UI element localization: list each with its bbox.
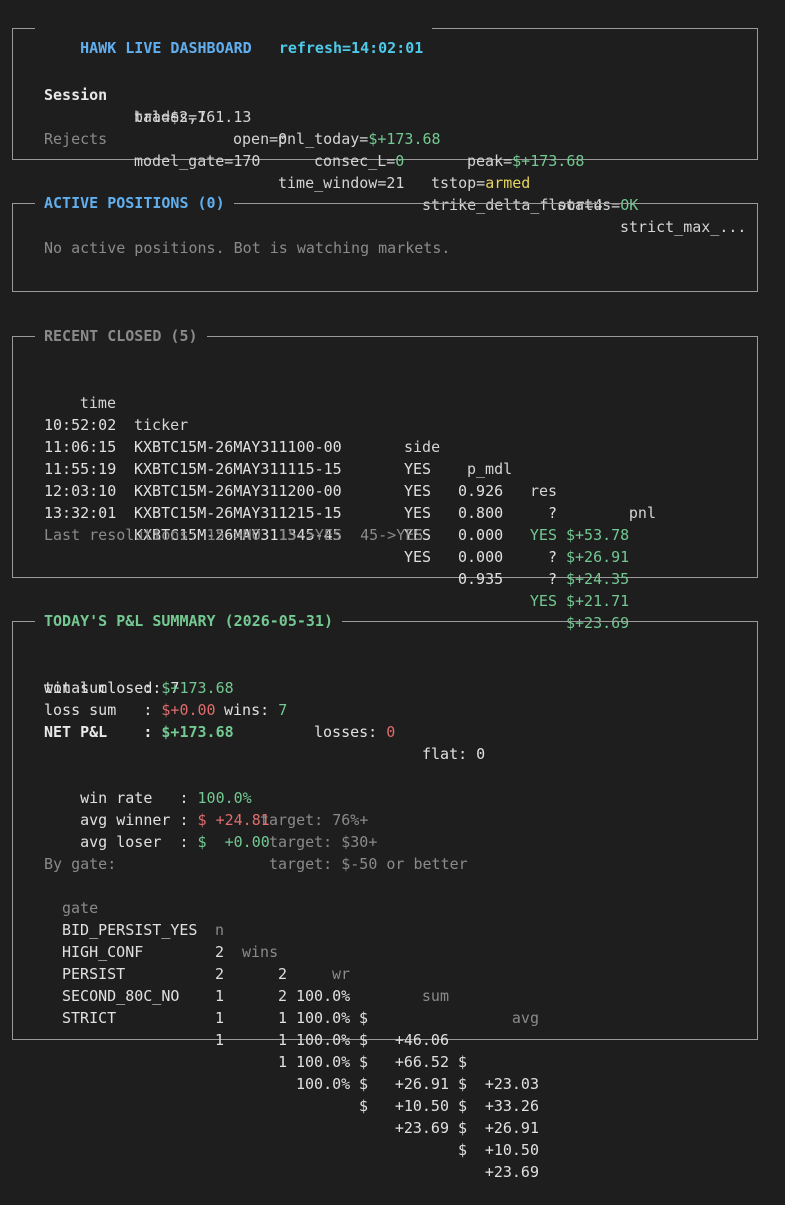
refresh-time: refresh=14:02:01 bbox=[278, 39, 424, 57]
row-pnl: $+26.91 bbox=[566, 548, 630, 566]
gate-sum-currency: $ bbox=[359, 1053, 369, 1071]
win-sum-value: $+173.68 bbox=[161, 679, 234, 697]
recent-closed-panel: RECENT CLOSED (5) time ticker side p_mdl… bbox=[12, 326, 758, 632]
gate-sum: +23.69 bbox=[394, 1119, 449, 1137]
avg-winner-target: target: $30+ bbox=[269, 833, 378, 851]
dashboard-title: HAWK LIVE DASHBOARD bbox=[80, 39, 252, 57]
col-pnl: pnl bbox=[628, 504, 656, 522]
gate-wr: 100.0% bbox=[296, 1053, 351, 1071]
gate-row: PERSIST 1 1 100.0% $ +26.91 $ +26.91 bbox=[62, 941, 602, 1137]
avg-loser-target: target: $-50 or better bbox=[269, 855, 468, 873]
gate-avg-currency: $ bbox=[458, 1053, 468, 1071]
avg-loser-value: $ +0.00 bbox=[197, 833, 270, 851]
gate-wins: 1 bbox=[277, 1031, 287, 1049]
gate-wins: 1 bbox=[277, 1009, 287, 1027]
gate-row: SECOND_80C_NO 1 1 100.0% $ +10.50 $ +10.… bbox=[62, 963, 602, 1159]
net-pnl-value: $+173.68 bbox=[161, 723, 234, 741]
gate-sum: +66.52 bbox=[394, 1053, 449, 1071]
gate-row: HIGH_CONF 2 2 100.0% $ +66.52 $ +33.26 bbox=[62, 919, 602, 1115]
gate-avg: +26.91 bbox=[484, 1119, 539, 1137]
header-panel: HAWK LIVE DASHBOARD refresh=14:02:01 Ses… bbox=[12, 18, 758, 236]
row-res: ? bbox=[547, 548, 557, 566]
header-title-bar: HAWK LIVE DASHBOARD refresh=14:02:01 bbox=[35, 18, 433, 78]
gate-wins: 1 bbox=[277, 1053, 287, 1071]
win-rate-target: target: 76%+ bbox=[260, 811, 369, 829]
gate-name: STRICT bbox=[62, 1009, 117, 1027]
no-positions-message: No active positions. Bot is watching mar… bbox=[44, 239, 451, 257]
pnl-summary-panel: TODAY'S P&L SUMMARY (2026-05-31) total c… bbox=[12, 611, 758, 1181]
losses-count: losses: 0 bbox=[314, 723, 396, 741]
row-time: 13:32:01 bbox=[44, 504, 117, 522]
gate-sum-currency: $ bbox=[359, 1031, 369, 1049]
row-p-mdl: 0.800 bbox=[458, 504, 504, 522]
col-avg: avg bbox=[511, 1009, 539, 1027]
gate-sum: +46.06 bbox=[394, 1031, 449, 1049]
row-pnl: $+53.78 bbox=[566, 526, 630, 544]
row-side: YES bbox=[404, 548, 432, 566]
net-pnl-line: NET P&L : $+173.68 bbox=[44, 723, 234, 741]
row-res: YES bbox=[529, 526, 557, 544]
loss-sum-line: loss sum : $+0.00 bbox=[44, 701, 216, 719]
pnl-summary-title: TODAY'S P&L SUMMARY (2026-05-31) bbox=[35, 611, 342, 631]
gate-n: 1 bbox=[215, 1009, 225, 1027]
active-positions-panel: ACTIVE POSITIONS (0) No active positions… bbox=[12, 193, 758, 292]
gate-avg: +23.03 bbox=[484, 1075, 539, 1093]
recent-row: 13:32:01 KXBTC15M-26MAY311345-45 YES 0.9… bbox=[44, 480, 744, 632]
reject-model-gate: model_gate=170 bbox=[134, 152, 261, 170]
reject-time-window: time_window=21 bbox=[278, 174, 405, 192]
gate-avg-currency: $ bbox=[458, 1097, 468, 1115]
peak: peak=$+173.68 bbox=[467, 152, 585, 170]
gate-wr: 100.0% bbox=[296, 1031, 351, 1049]
recent-row: 12:03:10 KXBTC15M-26MAY311215-15 YES 0.0… bbox=[44, 458, 744, 610]
gate-avg: +23.69 bbox=[484, 1163, 539, 1181]
row-res: ? bbox=[547, 570, 557, 588]
recent-closed-title: RECENT CLOSED (5) bbox=[35, 326, 207, 346]
last-resolutions: Last resolutions: 15->NO 15->YES 45->YES bbox=[44, 526, 424, 544]
loss-sum-value: $+0.00 bbox=[161, 701, 216, 719]
flat-count: flat: 0 bbox=[422, 745, 486, 763]
recent-row: 11:06:15 KXBTC15M-26MAY311115-15 YES 0.8… bbox=[44, 414, 744, 566]
by-gate-label: By gate: bbox=[44, 855, 117, 873]
gate-sum: +10.50 bbox=[394, 1097, 449, 1115]
wins-count: wins: 7 bbox=[224, 701, 288, 719]
win-sum-line: win sum : $+173.68 bbox=[44, 679, 234, 697]
gate-header-row: gate n wins wr sum avg bbox=[62, 875, 602, 1027]
active-positions-title: ACTIVE POSITIONS (0) bbox=[35, 193, 234, 213]
row-res: YES bbox=[529, 592, 557, 610]
gate-sum-currency: $ bbox=[359, 1097, 369, 1115]
pnl-today: pnl_today=$+173.68 bbox=[278, 130, 441, 148]
row-p-mdl: 0.000 bbox=[458, 526, 504, 544]
gate-n: 1 bbox=[215, 1031, 225, 1049]
gate-wr: 100.0% bbox=[296, 1075, 351, 1093]
gate-wr: 100.0% bbox=[296, 1009, 351, 1027]
gate-avg-currency: $ bbox=[458, 1119, 468, 1137]
gate-avg-currency: $ bbox=[458, 1141, 468, 1159]
recent-row: 10:52:02 KXBTC15M-26MAY311100-00 YES 0.9… bbox=[44, 392, 744, 544]
gate-sum: +26.91 bbox=[394, 1075, 449, 1093]
gate-avg: +10.50 bbox=[484, 1141, 539, 1159]
open-count: open=0 bbox=[233, 130, 288, 148]
gate-avg: +33.26 bbox=[484, 1097, 539, 1115]
gate-row: STRICT 1 1 100.0% $ +23.69 $ +23.69 bbox=[62, 985, 602, 1181]
gate-avg-currency: $ bbox=[458, 1075, 468, 1093]
row-p-mdl: 0.000 bbox=[458, 548, 504, 566]
row-p-mdl: 0.935 bbox=[458, 570, 504, 588]
gate-row: BID_PERSIST_YES 2 2 100.0% $ +46.06 $ +2… bbox=[62, 897, 602, 1093]
row-side: YES bbox=[404, 504, 432, 522]
recent-row: 11:55:19 KXBTC15M-26MAY311200-00 YES 0.0… bbox=[44, 436, 744, 588]
recent-header-row: time ticker side p_mdl res pnl bbox=[44, 370, 744, 522]
rejects-label: Rejects bbox=[44, 130, 108, 148]
row-pnl: $+21.71 bbox=[566, 592, 630, 610]
trades-count: trades=7 bbox=[134, 108, 207, 126]
gate-sum-currency: $ bbox=[359, 1075, 369, 1093]
tstop-state: tstop=armed bbox=[431, 174, 531, 192]
consec-losses: consec_L=0 bbox=[314, 152, 405, 170]
gate-sum-currency: $ bbox=[359, 1009, 369, 1027]
row-res: ? bbox=[547, 504, 557, 522]
row-pnl: $+24.35 bbox=[566, 570, 630, 588]
row-ticker: KXBTC15M-26MAY311215-15 bbox=[134, 504, 342, 522]
